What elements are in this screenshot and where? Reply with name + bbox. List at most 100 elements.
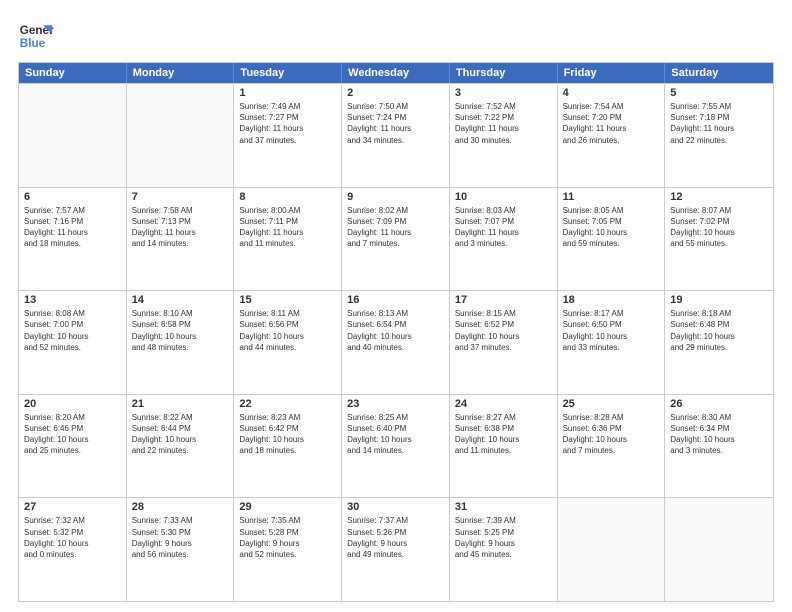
day-number: 8: [239, 191, 336, 203]
cell-details: Sunrise: 7:32 AM Sunset: 5:32 PM Dayligh…: [24, 515, 121, 560]
calendar-cell: 11 Sunrise: 8:05 AM Sunset: 7:05 PM Dayli…: [558, 188, 666, 291]
calendar-cell: 5 Sunrise: 7:55 AM Sunset: 7:18 PM Daylig…: [665, 84, 773, 187]
calendar-cell: 12 Sunrise: 8:07 AM Sunset: 7:02 PM Dayli…: [665, 188, 773, 291]
calendar-cell: 31 Sunrise: 7:39 AM Sunset: 5:25 PM Dayli…: [450, 498, 558, 601]
calendar-row-1: 6Sunrise: 7:57 AM Sunset: 7:16 PM Daylig…: [19, 187, 773, 291]
day-number: 3: [455, 87, 552, 99]
calendar-cell: 14 Sunrise: 8:10 AM Sunset: 6:58 PM Dayli…: [127, 291, 235, 394]
day-number: 16: [347, 294, 444, 306]
calendar-row-3: 20Sunrise: 8:20 AM Sunset: 6:46 PM Dayli…: [19, 394, 773, 498]
header-day-saturday: Saturday: [665, 63, 773, 83]
day-number: 23: [347, 398, 444, 410]
calendar-cell: 23 Sunrise: 8:25 AM Sunset: 6:40 PM Dayli…: [342, 395, 450, 498]
calendar-cell: 27Sunrise: 7:32 AM Sunset: 5:32 PM Dayli…: [19, 498, 127, 601]
day-number: 18: [563, 294, 660, 306]
day-number: 1: [239, 87, 336, 99]
cell-details: Sunrise: 7:55 AM Sunset: 7:18 PM Dayligh…: [670, 101, 768, 146]
calendar-row-2: 13 Sunrise: 8:08 AM Sunset: 7:00 PM Dayli…: [19, 290, 773, 394]
header-day-tuesday: Tuesday: [234, 63, 342, 83]
cell-details: Sunrise: 8:28 AM Sunset: 6:36 PM Dayligh…: [563, 412, 660, 457]
day-number: 30: [347, 501, 444, 513]
cell-details: Sunrise: 8:18 AM Sunset: 6:48 PM Dayligh…: [670, 308, 768, 353]
day-number: 6: [24, 191, 121, 203]
header-day-thursday: Thursday: [450, 63, 558, 83]
calendar-cell: 13 Sunrise: 8:08 AM Sunset: 7:00 PM Dayli…: [19, 291, 127, 394]
day-number: 25: [563, 398, 660, 410]
calendar-row-4: 27Sunrise: 7:32 AM Sunset: 5:32 PM Dayli…: [19, 497, 773, 601]
day-number: 14: [132, 294, 229, 306]
calendar-cell: 16 Sunrise: 8:13 AM Sunset: 6:54 PM Dayli…: [342, 291, 450, 394]
cell-details: Sunrise: 8:15 AM Sunset: 6:52 PM Dayligh…: [455, 308, 552, 353]
cell-details: Sunrise: 8:03 AM Sunset: 7:07 PM Dayligh…: [455, 205, 552, 250]
calendar-cell: 29Sunrise: 7:35 AM Sunset: 5:28 PM Dayli…: [234, 498, 342, 601]
day-number: 11: [563, 191, 660, 203]
calendar-cell: 17 Sunrise: 8:15 AM Sunset: 6:52 PM Dayli…: [450, 291, 558, 394]
cell-details: Sunrise: 7:58 AM Sunset: 7:13 PM Dayligh…: [132, 205, 229, 250]
calendar-cell: 26 Sunrise: 8:30 AM Sunset: 6:34 PM Dayli…: [665, 395, 773, 498]
calendar-cell: 25 Sunrise: 8:28 AM Sunset: 6:36 PM Dayli…: [558, 395, 666, 498]
logo: General Blue: [18, 18, 54, 54]
calendar-cell: 7 Sunrise: 7:58 AM Sunset: 7:13 PM Daylig…: [127, 188, 235, 291]
calendar-cell: 30 Sunrise: 7:37 AM Sunset: 5:26 PM Dayli…: [342, 498, 450, 601]
cell-details: Sunrise: 8:00 AM Sunset: 7:11 PM Dayligh…: [239, 205, 336, 250]
day-number: 29: [239, 501, 336, 513]
calendar-cell: 6Sunrise: 7:57 AM Sunset: 7:16 PM Daylig…: [19, 188, 127, 291]
calendar-cell: 22Sunrise: 8:23 AM Sunset: 6:42 PM Dayli…: [234, 395, 342, 498]
calendar-cell: 9 Sunrise: 8:02 AM Sunset: 7:09 PM Daylig…: [342, 188, 450, 291]
header-day-wednesday: Wednesday: [342, 63, 450, 83]
day-number: 31: [455, 501, 552, 513]
day-number: 9: [347, 191, 444, 203]
cell-details: Sunrise: 8:17 AM Sunset: 6:50 PM Dayligh…: [563, 308, 660, 353]
cell-details: Sunrise: 8:13 AM Sunset: 6:54 PM Dayligh…: [347, 308, 444, 353]
calendar-cell: [127, 84, 235, 187]
cell-details: Sunrise: 7:33 AM Sunset: 5:30 PM Dayligh…: [132, 515, 229, 560]
cell-details: Sunrise: 7:50 AM Sunset: 7:24 PM Dayligh…: [347, 101, 444, 146]
cell-details: Sunrise: 8:07 AM Sunset: 7:02 PM Dayligh…: [670, 205, 768, 250]
calendar-cell: 20Sunrise: 8:20 AM Sunset: 6:46 PM Dayli…: [19, 395, 127, 498]
calendar-cell: 1 Sunrise: 7:49 AM Sunset: 7:27 PM Daylig…: [234, 84, 342, 187]
day-number: 10: [455, 191, 552, 203]
day-number: 15: [239, 294, 336, 306]
cell-details: Sunrise: 7:54 AM Sunset: 7:20 PM Dayligh…: [563, 101, 660, 146]
cell-details: Sunrise: 8:22 AM Sunset: 6:44 PM Dayligh…: [132, 412, 229, 457]
calendar-cell: 19 Sunrise: 8:18 AM Sunset: 6:48 PM Dayli…: [665, 291, 773, 394]
calendar-page: General Blue SundayMondayTuesdayWednesda…: [0, 0, 792, 612]
day-number: 24: [455, 398, 552, 410]
header-day-friday: Friday: [558, 63, 666, 83]
cell-details: Sunrise: 8:11 AM Sunset: 6:56 PM Dayligh…: [239, 308, 336, 353]
calendar-cell: 21 Sunrise: 8:22 AM Sunset: 6:44 PM Dayli…: [127, 395, 235, 498]
day-number: 17: [455, 294, 552, 306]
calendar-cell: [665, 498, 773, 601]
calendar-cell: 4Sunrise: 7:54 AM Sunset: 7:20 PM Daylig…: [558, 84, 666, 187]
calendar-cell: 15 Sunrise: 8:11 AM Sunset: 6:56 PM Dayli…: [234, 291, 342, 394]
cell-details: Sunrise: 7:39 AM Sunset: 5:25 PM Dayligh…: [455, 515, 552, 560]
calendar-cell: 3Sunrise: 7:52 AM Sunset: 7:22 PM Daylig…: [450, 84, 558, 187]
calendar-cell: 2Sunrise: 7:50 AM Sunset: 7:24 PM Daylig…: [342, 84, 450, 187]
cell-details: Sunrise: 8:30 AM Sunset: 6:34 PM Dayligh…: [670, 412, 768, 457]
calendar-cell: [19, 84, 127, 187]
cell-details: Sunrise: 7:49 AM Sunset: 7:27 PM Dayligh…: [239, 101, 336, 146]
header-day-sunday: Sunday: [19, 63, 127, 83]
cell-details: Sunrise: 7:37 AM Sunset: 5:26 PM Dayligh…: [347, 515, 444, 560]
cell-details: Sunrise: 8:20 AM Sunset: 6:46 PM Dayligh…: [24, 412, 121, 457]
day-number: 13: [24, 294, 121, 306]
cell-details: Sunrise: 8:25 AM Sunset: 6:40 PM Dayligh…: [347, 412, 444, 457]
calendar-cell: 18 Sunrise: 8:17 AM Sunset: 6:50 PM Dayli…: [558, 291, 666, 394]
day-number: 26: [670, 398, 768, 410]
day-number: 19: [670, 294, 768, 306]
calendar-cell: 24Sunrise: 8:27 AM Sunset: 6:38 PM Dayli…: [450, 395, 558, 498]
day-number: 21: [132, 398, 229, 410]
calendar-row-0: 1 Sunrise: 7:49 AM Sunset: 7:27 PM Daylig…: [19, 83, 773, 187]
calendar: SundayMondayTuesdayWednesdayThursdayFrid…: [18, 62, 774, 602]
cell-details: Sunrise: 8:05 AM Sunset: 7:05 PM Dayligh…: [563, 205, 660, 250]
calendar-cell: 10 Sunrise: 8:03 AM Sunset: 7:07 PM Dayli…: [450, 188, 558, 291]
cell-details: Sunrise: 8:02 AM Sunset: 7:09 PM Dayligh…: [347, 205, 444, 250]
calendar-body: 1 Sunrise: 7:49 AM Sunset: 7:27 PM Daylig…: [19, 83, 773, 601]
calendar-header: SundayMondayTuesdayWednesdayThursdayFrid…: [19, 63, 773, 83]
cell-details: Sunrise: 8:08 AM Sunset: 7:00 PM Dayligh…: [24, 308, 121, 353]
day-number: 5: [670, 87, 768, 99]
day-number: 7: [132, 191, 229, 203]
cell-details: Sunrise: 8:10 AM Sunset: 6:58 PM Dayligh…: [132, 308, 229, 353]
cell-details: Sunrise: 8:23 AM Sunset: 6:42 PM Dayligh…: [239, 412, 336, 457]
day-number: 12: [670, 191, 768, 203]
